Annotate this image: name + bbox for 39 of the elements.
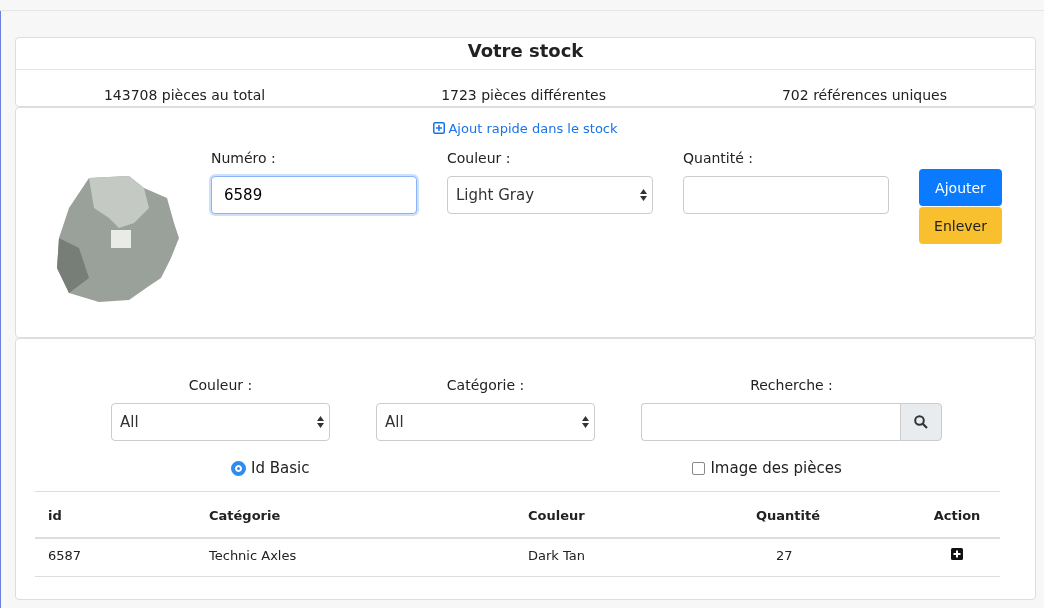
search-icon — [914, 415, 928, 429]
search-field[interactable] — [641, 403, 900, 441]
remove-button[interactable]: Enlever — [919, 207, 1002, 244]
stat-text: 702 références uniques — [781, 87, 948, 103]
sort-arrows-icon — [317, 416, 324, 428]
sort-arrows-icon — [582, 416, 589, 428]
table-cell: Technic Axles — [196, 538, 528, 577]
card-title: Votre stock — [16, 38, 1035, 70]
column-header: Action — [914, 491, 1000, 538]
column-header: id — [35, 491, 196, 538]
stat-text: 1723 pièces différentes — [441, 87, 607, 103]
filter-label: Couleur : — [188, 377, 253, 393]
checkbox-option[interactable]: Image des pièces — [692, 459, 842, 477]
add-icon[interactable] — [951, 548, 963, 560]
category-filter-select[interactable]: All — [376, 403, 595, 441]
stat-text: 143708 pièces au total — [103, 87, 266, 103]
radio-button[interactable] — [231, 460, 246, 476]
search-button[interactable] — [900, 403, 942, 441]
plus-square-icon — [433, 122, 446, 134]
checkbox[interactable] — [692, 461, 706, 475]
table-cell: 6587 — [35, 538, 196, 577]
sort-arrows-icon — [640, 189, 647, 201]
column-header: Catégorie — [196, 491, 528, 538]
color-filter-select[interactable]: All — [111, 403, 330, 441]
quick-add-link[interactable]: Ajout rapide dans le stock — [433, 120, 618, 136]
radio-option[interactable]: Id Basic — [231, 459, 310, 477]
filter-label: Catégorie : — [446, 377, 525, 393]
quantity-field[interactable] — [683, 176, 889, 214]
numero-field[interactable]: 6589 — [211, 176, 417, 214]
column-header: Quantité — [756, 491, 914, 538]
filter-label: Recherche : — [750, 377, 833, 393]
field-label: Quantité : — [683, 150, 754, 166]
field-label: Numéro : — [211, 150, 277, 166]
column-header: Couleur — [528, 491, 756, 538]
field-label: Couleur : — [447, 150, 512, 166]
add-button[interactable]: Ajouter — [919, 169, 1002, 206]
table-cell: 27 — [756, 538, 914, 577]
table-cell: Dark Tan — [528, 538, 756, 577]
color-select[interactable]: Light Gray — [447, 176, 653, 214]
